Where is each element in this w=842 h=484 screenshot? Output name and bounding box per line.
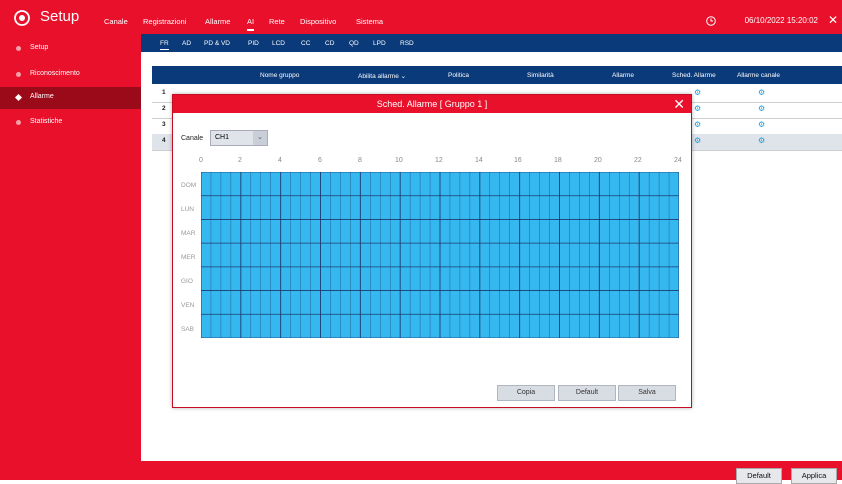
menu-rete[interactable]: Rete — [269, 17, 285, 26]
row-number: 1 — [162, 89, 166, 96]
gear-icon — [14, 10, 30, 26]
channel-label: Canale — [181, 135, 204, 142]
menu-sistema[interactable]: Sistema — [356, 17, 383, 26]
sidebar-item-label: Riconoscimento — [30, 70, 80, 77]
apply-button[interactable]: Applica — [791, 468, 837, 484]
day-label: DOM — [181, 182, 197, 189]
day-label: GIO — [181, 278, 193, 285]
gear-icon[interactable]: ⚙ — [694, 104, 701, 113]
hour-label: 8 — [358, 157, 362, 164]
hour-label: 0 — [199, 157, 203, 164]
gear-icon[interactable]: ⚙ — [694, 88, 701, 97]
menu-canale[interactable]: Canale — [104, 17, 128, 26]
gear-icon[interactable]: ⚙ — [694, 120, 701, 129]
col-label: Abilita allarme — [358, 73, 399, 80]
sidebar-item-label: Allarme — [30, 93, 54, 100]
tab-pd-vd[interactable]: PD & VD — [204, 40, 230, 47]
subtab-bar — [141, 34, 842, 52]
hour-label: 18 — [554, 157, 562, 164]
col-similarita: Similarità — [527, 72, 554, 79]
col-politica: Politica — [448, 72, 469, 79]
day-label: VEN — [181, 302, 195, 309]
channel-value: CH1 — [215, 134, 230, 141]
sidebar-item-label: Setup — [30, 44, 49, 51]
tab-cc[interactable]: CC — [301, 40, 310, 47]
hour-label: 10 — [395, 157, 403, 164]
tab-rsd[interactable]: RSD — [400, 40, 414, 47]
hour-label: 2 — [238, 157, 242, 164]
sidebar-item-setup[interactable]: Setup — [0, 38, 141, 60]
menu-dispositivo[interactable]: Dispositivo — [300, 17, 336, 26]
tab-lpd[interactable]: LPD — [373, 40, 386, 47]
schedule-dialog: Sched. Allarme [ Gruppo 1 ] ✕ Canale CH1… — [172, 94, 692, 408]
col-abilita-allarme[interactable]: Abilita allarme ⌄ — [358, 72, 406, 80]
gear-icon[interactable]: ⚙ — [758, 104, 765, 113]
gear-icon[interactable]: ⚙ — [694, 136, 701, 145]
default-button[interactable]: Default — [736, 468, 782, 484]
save-button[interactable]: Salva — [618, 385, 676, 401]
menu-allarme[interactable]: Allarme — [205, 17, 230, 26]
channel-select[interactable]: CH1 ⌄ — [210, 130, 268, 146]
tab-lcd[interactable]: LCD — [272, 40, 285, 47]
col-sched-allarme: Sched. Allarme — [672, 72, 716, 79]
gear-icon[interactable]: ⚙ — [758, 120, 765, 129]
col-nome-gruppo: Nome gruppo — [260, 72, 300, 79]
row-number: 3 — [162, 121, 166, 128]
default-button[interactable]: Default — [558, 385, 616, 401]
sidebar-item-allarme[interactable]: Allarme — [0, 87, 141, 109]
hour-label: 4 — [278, 157, 282, 164]
gear-icon[interactable]: ⚙ — [758, 136, 765, 145]
day-label: LUN — [181, 206, 195, 213]
chevron-down-icon: ⌄ — [400, 73, 407, 80]
clock-icon — [706, 16, 716, 26]
datetime-display: 06/10/2022 15:20:02 — [744, 16, 818, 25]
tab-ad[interactable]: AD — [182, 40, 191, 47]
hour-label: 14 — [475, 157, 483, 164]
menu-registrazioni[interactable]: Registrazioni — [143, 17, 186, 26]
tab-cd[interactable]: CD — [325, 40, 334, 47]
menu-ai[interactable]: AI — [247, 17, 255, 31]
hour-label: 24 — [674, 157, 682, 164]
sidebar-item-riconoscimento[interactable]: Riconoscimento — [0, 64, 141, 86]
hour-label: 16 — [514, 157, 522, 164]
bullet-icon — [16, 46, 21, 51]
close-icon[interactable]: ✕ — [673, 96, 685, 113]
tab-qd[interactable]: QD — [349, 40, 359, 47]
bullet-icon — [16, 72, 21, 77]
tab-pid[interactable]: PID — [248, 40, 259, 47]
sidebar-item-statistiche[interactable]: Statistiche — [0, 112, 141, 134]
diamond-icon — [14, 93, 23, 102]
day-label: MAR — [181, 230, 196, 237]
close-icon[interactable]: ✕ — [828, 13, 838, 27]
day-label: SAB — [181, 326, 195, 333]
row-number: 4 — [162, 137, 166, 144]
copy-button[interactable]: Copia — [497, 385, 555, 401]
app-title: Setup — [40, 8, 80, 25]
sidebar-item-label: Statistiche — [30, 118, 63, 125]
hour-label: 6 — [318, 157, 322, 164]
hour-label: 20 — [594, 157, 602, 164]
hour-label: 22 — [634, 157, 642, 164]
chevron-down-icon: ⌄ — [253, 131, 267, 145]
hour-label: 12 — [435, 157, 443, 164]
tab-fr[interactable]: FR — [160, 40, 169, 50]
day-label: MER — [181, 254, 196, 261]
gear-icon[interactable]: ⚙ — [758, 88, 765, 97]
row-number: 2 — [162, 105, 166, 112]
bullet-icon — [16, 120, 21, 125]
col-allarme-canale: Allarme canale — [737, 72, 780, 79]
dialog-title: Sched. Allarme [ Gruppo 1 ] — [376, 99, 488, 109]
schedule-grid[interactable] — [201, 172, 679, 338]
col-allarme: Allarme — [612, 72, 635, 79]
